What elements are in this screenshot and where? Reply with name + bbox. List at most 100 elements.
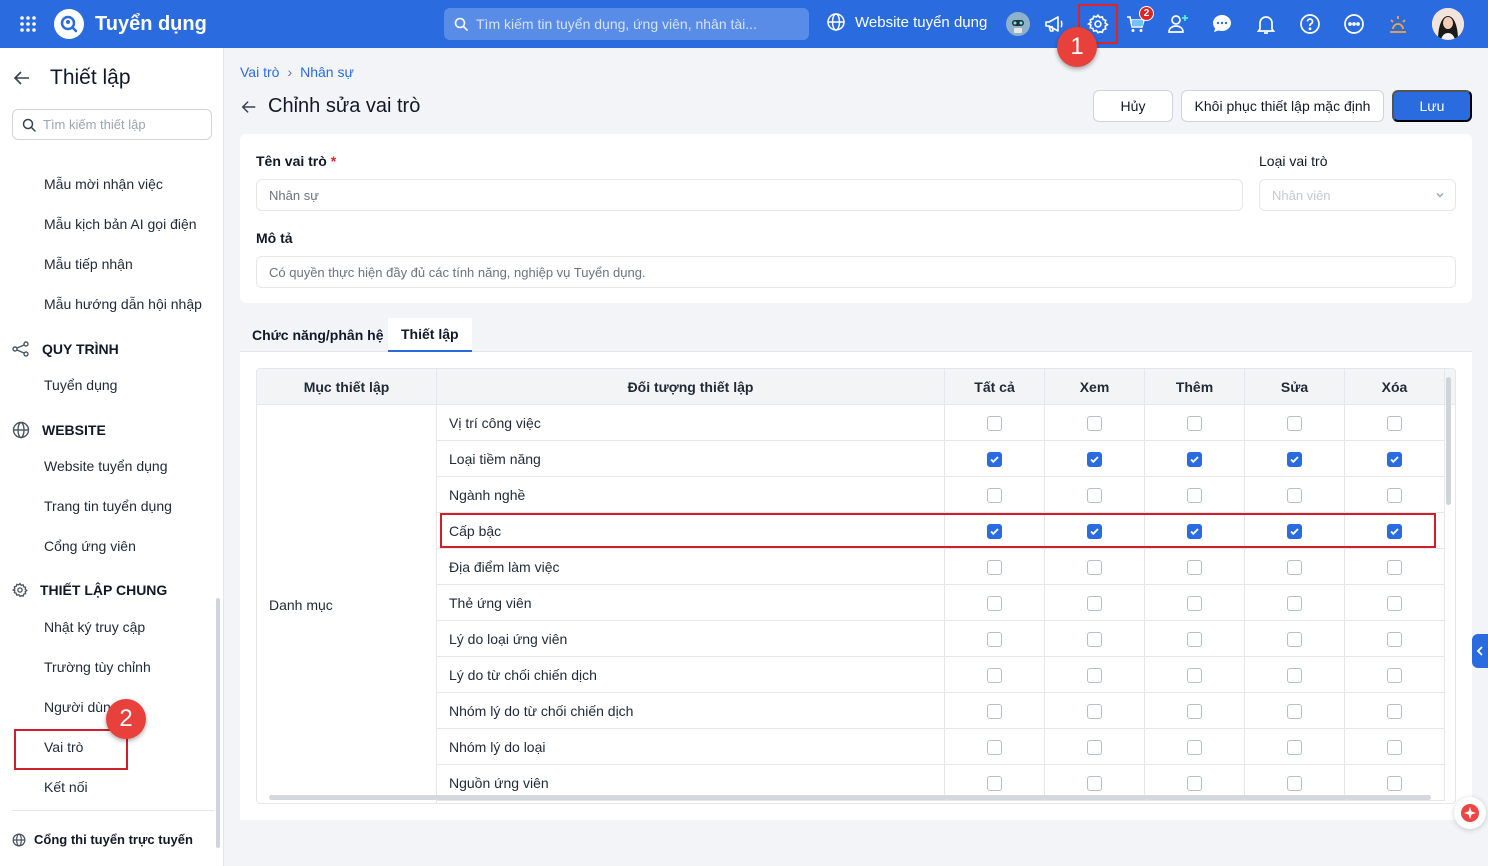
checkbox-delete[interactable] bbox=[1387, 415, 1402, 431]
checkbox-edit[interactable] bbox=[1287, 451, 1302, 467]
breadcrumb-current[interactable]: Nhân sự bbox=[300, 64, 354, 80]
checkbox-edit[interactable] bbox=[1287, 739, 1302, 755]
checkbox-all[interactable] bbox=[987, 559, 1002, 575]
checkbox-view[interactable] bbox=[1087, 775, 1102, 791]
back-arrow-icon[interactable] bbox=[240, 98, 258, 116]
checkbox-all[interactable] bbox=[987, 739, 1002, 755]
sidebar-item-access-log[interactable]: Nhật ký truy cập bbox=[44, 619, 145, 635]
side-panel-toggle[interactable] bbox=[1472, 634, 1488, 668]
checkbox-edit[interactable] bbox=[1287, 415, 1302, 431]
checkbox-delete[interactable] bbox=[1387, 631, 1402, 647]
checkbox-edit[interactable] bbox=[1287, 775, 1302, 791]
app-title[interactable]: Tuyển dụng bbox=[95, 13, 207, 36]
checkbox-delete[interactable] bbox=[1387, 739, 1402, 755]
restore-defaults-button[interactable]: Khôi phục thiết lập mặc định bbox=[1181, 90, 1384, 122]
checkbox-all[interactable] bbox=[987, 775, 1002, 791]
sidebar-search[interactable] bbox=[12, 109, 212, 140]
checkbox-add[interactable] bbox=[1187, 487, 1202, 503]
checkbox-add[interactable] bbox=[1187, 739, 1202, 755]
chat-icon[interactable] bbox=[1208, 10, 1236, 38]
checkbox-edit[interactable] bbox=[1287, 595, 1302, 611]
sidebar-item-custom-fields[interactable]: Trường tùy chỉnh bbox=[44, 659, 151, 675]
table-vertical-scrollbar[interactable] bbox=[1446, 377, 1451, 505]
sidebar-item-intake-template[interactable]: Mẫu tiếp nhận bbox=[44, 256, 133, 272]
help-icon[interactable] bbox=[1296, 10, 1324, 38]
sidebar-item-ai-call-script[interactable]: Mẫu kịch bản AI gọi điện bbox=[44, 216, 197, 232]
robot-avatar-icon[interactable] bbox=[1004, 10, 1032, 38]
checkbox-delete[interactable] bbox=[1387, 667, 1402, 683]
checkbox-add[interactable] bbox=[1187, 451, 1202, 467]
sidebar-item-offer-template[interactable]: Mẫu mời nhận việc bbox=[44, 176, 163, 192]
checkbox-view[interactable] bbox=[1087, 451, 1102, 467]
checkbox-view[interactable] bbox=[1087, 595, 1102, 611]
checkbox-add[interactable] bbox=[1187, 595, 1202, 611]
tab-functions[interactable]: Chức năng/phân hệ bbox=[252, 318, 383, 352]
checkbox-add[interactable] bbox=[1187, 415, 1202, 431]
bell-icon[interactable] bbox=[1252, 10, 1280, 38]
checkbox-edit[interactable] bbox=[1287, 559, 1302, 575]
sidebar-item-recruitment[interactable]: Tuyển dụng bbox=[44, 377, 117, 393]
cart-icon[interactable]: 2 bbox=[1122, 6, 1154, 38]
checkbox-edit[interactable] bbox=[1287, 667, 1302, 683]
checkbox-delete[interactable] bbox=[1387, 595, 1402, 611]
checkbox-edit[interactable] bbox=[1287, 703, 1302, 719]
checkbox-add[interactable] bbox=[1187, 775, 1202, 791]
sun-icon[interactable] bbox=[1384, 10, 1412, 38]
ai-assistant-button[interactable] bbox=[1454, 797, 1486, 829]
global-search[interactable] bbox=[444, 8, 809, 40]
role-type-value: Nhân viên bbox=[1272, 187, 1331, 203]
checkbox-add[interactable] bbox=[1187, 703, 1202, 719]
sidebar-online-exam-link[interactable]: Cổng thi tuyển trực tuyến bbox=[12, 832, 193, 847]
checkbox-view[interactable] bbox=[1087, 739, 1102, 755]
sidebar-scrollbar[interactable] bbox=[216, 598, 220, 848]
checkbox-view[interactable] bbox=[1087, 415, 1102, 431]
sidebar-search-input[interactable] bbox=[43, 117, 203, 132]
cell-delete bbox=[1345, 585, 1445, 621]
description-field[interactable]: Có quyền thực hiện đầy đủ các tính năng,… bbox=[256, 256, 1456, 288]
checkbox-delete[interactable] bbox=[1387, 775, 1402, 791]
cancel-button[interactable]: Hủy bbox=[1093, 90, 1173, 122]
checkbox-add[interactable] bbox=[1187, 667, 1202, 683]
checkbox-all[interactable] bbox=[987, 415, 1002, 431]
checkbox-view[interactable] bbox=[1087, 559, 1102, 575]
table-horizontal-scrollbar[interactable] bbox=[269, 795, 1431, 800]
sidebar-item-connections[interactable]: Kết nối bbox=[44, 779, 88, 795]
more-icon[interactable] bbox=[1340, 10, 1368, 38]
checkbox-all[interactable] bbox=[987, 487, 1002, 503]
breadcrumb-roles[interactable]: Vai trò bbox=[240, 64, 279, 80]
chevron-left-icon bbox=[1476, 646, 1483, 656]
checkbox-add[interactable] bbox=[1187, 559, 1202, 575]
tab-settings[interactable]: Thiết lập bbox=[388, 318, 472, 352]
checkbox-delete[interactable] bbox=[1387, 487, 1402, 503]
apps-grid-icon[interactable] bbox=[14, 10, 42, 38]
back-arrow-icon[interactable] bbox=[12, 68, 32, 88]
sidebar-item-job-news[interactable]: Trang tin tuyển dụng bbox=[44, 498, 172, 514]
checkbox-view[interactable] bbox=[1087, 667, 1102, 683]
website-link[interactable]: Website tuyển dụng bbox=[826, 12, 987, 32]
checkbox-all[interactable] bbox=[987, 703, 1002, 719]
check-icon bbox=[1190, 455, 1199, 463]
global-search-input[interactable] bbox=[476, 16, 796, 32]
checkbox-all[interactable] bbox=[987, 667, 1002, 683]
sidebar-item-candidate-portal[interactable]: Cổng ứng viên bbox=[44, 538, 136, 554]
checkbox-edit[interactable] bbox=[1287, 487, 1302, 503]
checkbox-view[interactable] bbox=[1087, 487, 1102, 503]
cell-edit bbox=[1245, 405, 1345, 441]
checkbox-all[interactable] bbox=[987, 631, 1002, 647]
sidebar-group-general: THIẾT LẬP CHUNG bbox=[12, 582, 167, 598]
checkbox-delete[interactable] bbox=[1387, 559, 1402, 575]
user-avatar[interactable] bbox=[1432, 8, 1464, 40]
role-name-field[interactable]: Nhân sự bbox=[256, 179, 1243, 211]
checkbox-delete[interactable] bbox=[1387, 703, 1402, 719]
checkbox-view[interactable] bbox=[1087, 703, 1102, 719]
checkbox-all[interactable] bbox=[987, 451, 1002, 467]
sidebar-item-onboarding-template[interactable]: Mẫu hướng dẫn hội nhập bbox=[44, 296, 202, 312]
checkbox-delete[interactable] bbox=[1387, 451, 1402, 467]
save-button[interactable]: Lưu bbox=[1392, 90, 1472, 122]
checkbox-edit[interactable] bbox=[1287, 631, 1302, 647]
add-user-icon[interactable] bbox=[1164, 10, 1192, 38]
sidebar-item-website[interactable]: Website tuyển dụng bbox=[44, 458, 168, 474]
checkbox-view[interactable] bbox=[1087, 631, 1102, 647]
checkbox-add[interactable] bbox=[1187, 631, 1202, 647]
checkbox-all[interactable] bbox=[987, 595, 1002, 611]
